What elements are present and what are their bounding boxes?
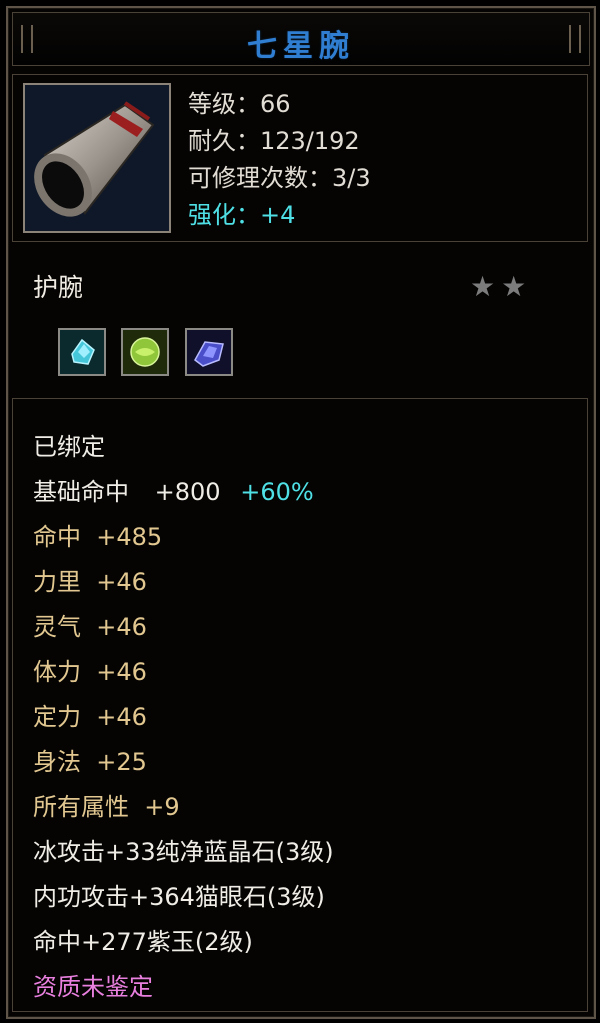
all-attributes: 所有属性 +9 <box>33 793 180 821</box>
green-cat-eye-gem-icon[interactable] <box>121 328 169 376</box>
gem-bonus-inner-attack: 内功攻击+364猫眼石(3级) <box>33 883 325 911</box>
strength-attribute: 力里 +46 <box>33 568 147 596</box>
attribute-list: 已绑定 基础命中 +800 +60% 命中 +485 力里 +46 灵气 +46… <box>33 425 334 1010</box>
base-hit-label: 基础命中 <box>33 478 129 506</box>
spirit-attribute: 灵气 +46 <box>33 613 147 641</box>
blue-crystal-gem-icon[interactable] <box>58 328 106 376</box>
enhance-row: 强化：+4 <box>188 197 371 234</box>
level-text: 等级：66 <box>188 90 291 118</box>
enhance-value: +4 <box>260 201 296 229</box>
base-hit-row: 基础命中 +800 +60% <box>33 470 334 515</box>
bound-status: 已绑定 <box>33 433 105 461</box>
stamina-attribute: 体力 +46 <box>33 658 147 686</box>
star-rating: ★★ <box>470 270 533 303</box>
item-stats: 等级：66 耐久：123/192 可修理次数：3/3 强化：+4 <box>188 86 371 234</box>
focus-attribute: 定力 +46 <box>33 703 147 731</box>
base-hit-value: +800 <box>154 478 221 506</box>
base-hit-percent: +60% <box>240 478 314 506</box>
repair-count-text: 可修理次数：3/3 <box>188 164 371 192</box>
item-name: 七星腕 <box>247 29 355 64</box>
hit-attribute: 命中 +485 <box>33 523 163 551</box>
gem-bonus-ice: 冰攻击+33纯净蓝晶石(3级) <box>33 838 334 866</box>
durability-text: 耐久：123/192 <box>188 127 360 155</box>
title-bar: 七星腕 <box>12 12 590 66</box>
gem-bonus-hit: 命中+277紫玉(2级) <box>33 928 253 956</box>
bracer-icon <box>23 83 171 233</box>
enhance-label: 强化： <box>188 201 260 229</box>
purple-jade-gem-icon[interactable] <box>185 328 233 376</box>
agility-attribute: 身法 +25 <box>33 748 147 776</box>
quality-status: 资质未鉴定 <box>33 973 153 1001</box>
item-type: 护腕 <box>33 273 84 302</box>
